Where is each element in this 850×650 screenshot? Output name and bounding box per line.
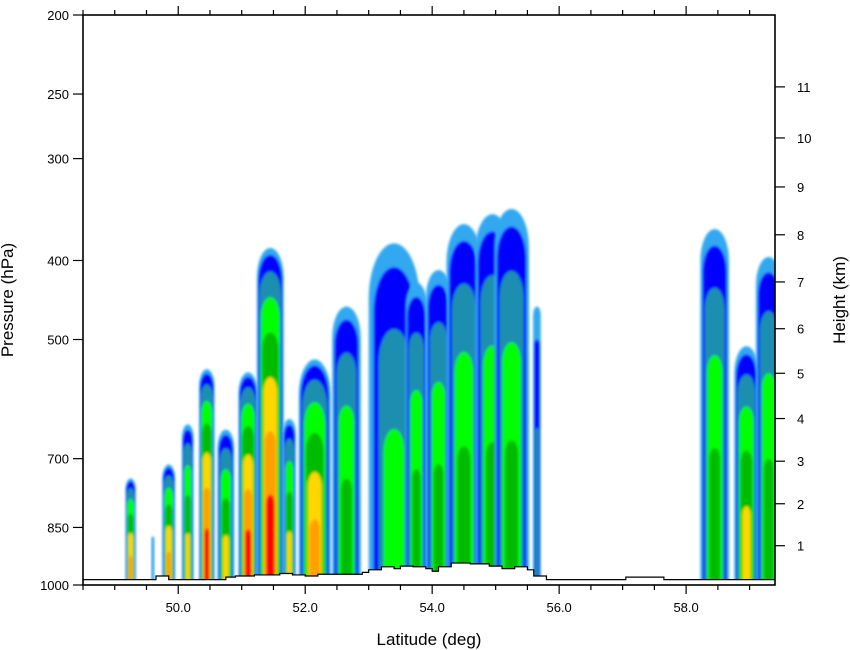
y2-tick-label: 6 [797,322,804,337]
cell-19-level-5 [742,506,751,585]
y-tick-label: 400 [47,253,69,268]
cell-0 [125,478,136,585]
x-tick-label: 58.0 [673,600,698,615]
y2-tick-label: 9 [797,180,804,195]
cell-4 [199,369,215,585]
cell-2 [162,464,176,585]
y2-tick-label: 8 [797,228,804,243]
y-tick-label: 850 [47,520,69,535]
y2-axis-title: Height (km) [830,256,849,344]
y-tick-label: 700 [47,452,69,467]
cell-5 [217,429,235,585]
cell-10-level-4 [341,478,352,585]
y-tick-label: 250 [47,87,69,102]
cell-7 [256,248,284,585]
cross-section-chart: 50.0 52.0 54.0 56.0 58.0 200 250 300 400 500 700 8… [0,6,849,649]
y2-tick-label: 2 [797,497,804,512]
cell-10 [332,306,361,585]
cell-8 [282,419,296,585]
x-tick-label: 50.0 [166,600,191,615]
y2-tick-label: 1 [797,539,804,554]
cell-20-level-4 [763,459,774,585]
y-axis-right: 1 2 3 4 5 6 7 8 9 10 11 [775,80,811,554]
y2-tick-label: 7 [797,275,804,290]
cell-18 [700,229,729,585]
cell-6 [238,372,258,585]
y2-tick-label: 10 [797,131,811,146]
x-axis-title: Latitude (deg) [377,630,482,649]
cell-17-level-2 [535,427,539,585]
x-tick-label: 56.0 [546,600,571,615]
cell-16 [494,209,529,585]
cell-12 [405,282,428,585]
y-tick-label: 300 [47,152,69,167]
y-tick-label: 200 [47,8,69,23]
y2-tick-label: 11 [797,80,811,95]
cell-17 [533,306,541,585]
cell-3 [182,424,194,585]
y2-tick-label: 4 [797,412,804,427]
cell-19 [734,346,759,585]
y-tick-label: 500 [47,333,69,348]
y-axis-title: Pressure (hPa) [0,243,17,357]
x-tick-label: 54.0 [420,600,445,615]
cell-9 [298,359,331,585]
y2-tick-label: 3 [797,454,804,469]
x-tick-label: 52.0 [293,600,318,615]
y-tick-label: 1000 [40,578,69,593]
cell-20 [755,257,775,585]
cell-18-level-4 [709,448,721,585]
y2-tick-label: 5 [797,366,804,381]
y-axis-left: 200 250 300 400 500 700 850 1000 [40,8,83,593]
